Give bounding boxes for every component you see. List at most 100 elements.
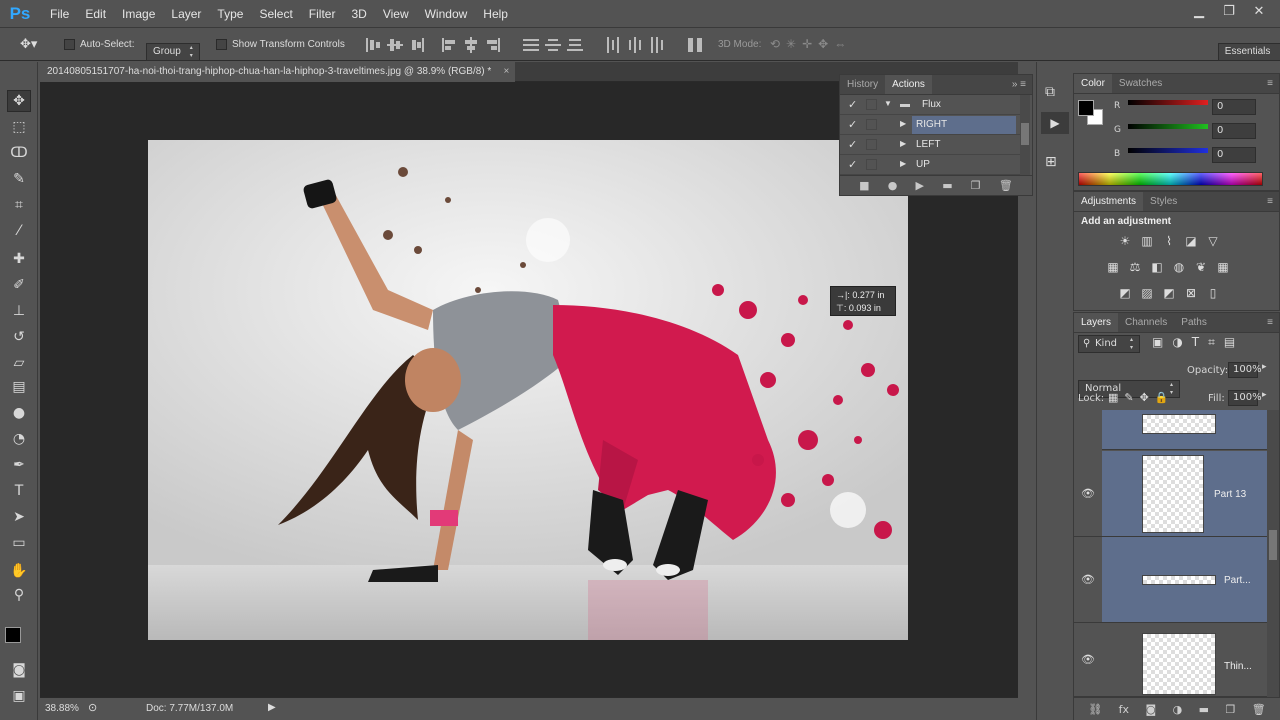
blue-slider[interactable] — [1128, 148, 1208, 153]
tab-swatches[interactable]: Swatches — [1112, 74, 1169, 93]
opacity-input[interactable]: 100% — [1228, 362, 1262, 378]
layer-style-icon[interactable]: fx — [1119, 703, 1129, 716]
trash-icon[interactable]: 🗑 — [999, 179, 1013, 192]
healing-brush-tool-icon[interactable]: ✚ — [7, 248, 31, 270]
red-value-input[interactable]: 0 — [1212, 99, 1256, 115]
menu-help[interactable]: Help — [475, 0, 516, 28]
check-icon[interactable]: ✓ — [848, 158, 857, 171]
auto-select-dropdown[interactable]: Group — [146, 42, 200, 61]
invert-icon[interactable]: ◩ — [1117, 285, 1133, 301]
marquee-tool-icon[interactable]: ⬚ — [7, 116, 31, 138]
gradient-tool-icon[interactable]: ▤ — [7, 376, 31, 398]
blue-value-input[interactable]: 0 — [1212, 147, 1256, 163]
red-slider[interactable] — [1128, 100, 1208, 105]
tab-layers[interactable]: Layers — [1074, 313, 1119, 332]
layer-row-thin[interactable]: Thin... — [1102, 623, 1267, 697]
layer-row-part[interactable]: Part... — [1102, 537, 1267, 623]
properties-panel-icon[interactable]: ⊞ — [1045, 154, 1057, 170]
export-icon[interactable]: ⊙ — [88, 701, 97, 714]
gradient-map-icon[interactable]: ▯ — [1205, 285, 1221, 301]
screen-mode-icon[interactable]: ▣ — [7, 685, 31, 707]
stop-icon[interactable]: ■ — [859, 179, 869, 192]
distribute-right-icon[interactable] — [649, 37, 665, 53]
tab-history[interactable]: History — [840, 75, 885, 94]
opacity-dropdown-icon[interactable]: ▸ — [1262, 362, 1267, 372]
align-left-icon[interactable] — [441, 37, 457, 53]
new-action-icon[interactable]: ❐ — [971, 179, 981, 192]
move-tool-preset-icon[interactable]: ✥▾ — [20, 36, 37, 52]
brush-tool-icon[interactable]: ✐ — [7, 274, 31, 296]
eyedropper-tool-icon[interactable]: ⁄ — [7, 220, 31, 242]
align-vcenter-icon[interactable] — [387, 37, 403, 53]
tab-actions[interactable]: Actions — [885, 75, 932, 94]
menu-edit[interactable]: Edit — [77, 0, 114, 28]
lock-icons[interactable]: ▦✎✥🔒 — [1108, 391, 1175, 404]
hue-saturation-icon[interactable]: ▦ — [1105, 259, 1121, 275]
vibrance-icon[interactable]: ▽ — [1205, 233, 1221, 249]
threshold-icon[interactable]: ◩ — [1161, 285, 1177, 301]
align-hcenter-icon[interactable] — [463, 37, 479, 53]
tab-paths[interactable]: Paths — [1174, 313, 1214, 332]
fill-input[interactable]: 100% — [1228, 390, 1262, 406]
status-menu-arrow-icon[interactable]: ▶ — [268, 702, 276, 713]
zoom-level[interactable]: 38.88% — [45, 703, 79, 714]
document-tab[interactable]: 20140805151707-ha-noi-thoi-trang-hiphop-… — [40, 62, 516, 82]
menu-filter[interactable]: Filter — [301, 0, 344, 28]
menu-select[interactable]: Select — [251, 0, 300, 28]
path-selection-tool-icon[interactable]: ➤ — [7, 506, 31, 528]
show-transform-checkbox[interactable]: Show Transform Controls — [216, 39, 345, 50]
expand-icon[interactable]: ▶ — [900, 139, 906, 148]
distribute-top-icon[interactable] — [523, 37, 539, 53]
levels-icon[interactable]: ▥ — [1139, 233, 1155, 249]
color-lookup-icon[interactable]: ▦ — [1215, 259, 1231, 275]
align-bottom-icon[interactable] — [409, 37, 425, 53]
align-top-icon[interactable] — [365, 37, 381, 53]
action-row[interactable]: ✓ ▶ UP — [840, 155, 1030, 175]
menu-file[interactable]: File — [42, 0, 77, 28]
action-set-row[interactable]: ✓ ▼ ▬ Flux — [840, 95, 1030, 115]
brightness-contrast-icon[interactable]: ☀ — [1117, 233, 1133, 249]
panel-menu-icon[interactable]: ≡ — [1261, 313, 1279, 332]
menu-window[interactable]: Window — [417, 0, 476, 28]
history-brush-tool-icon[interactable]: ↺ — [7, 326, 31, 348]
selective-color-icon[interactable]: ⊠ — [1183, 285, 1199, 301]
layer-filter-icons[interactable]: ▣◑T⌗▤ — [1152, 335, 1244, 350]
green-value-input[interactable]: 0 — [1212, 123, 1256, 139]
visibility-eye-icon[interactable]: 👁 — [1074, 623, 1102, 697]
distribute-hcenter-icon[interactable] — [627, 37, 643, 53]
panel-menu-icon[interactable]: » ≡ — [1006, 75, 1032, 94]
collapse-icon[interactable]: ▼ — [884, 99, 892, 108]
distribute-vcenter-icon[interactable] — [545, 37, 561, 53]
type-tool-icon[interactable]: T — [7, 480, 31, 502]
move-tool-icon[interactable]: ✥ — [7, 90, 31, 112]
black-white-icon[interactable]: ◧ — [1149, 259, 1165, 275]
check-icon[interactable]: ✓ — [848, 138, 857, 151]
zoom-tool-icon[interactable]: ⚲ — [7, 584, 31, 606]
auto-select-checkbox[interactable]: Auto-Select: — [64, 39, 134, 50]
blur-tool-icon[interactable]: ● — [7, 402, 31, 424]
close-window-button[interactable]: ✕ — [1246, 2, 1272, 22]
photo-filter-icon[interactable]: ◍ — [1171, 259, 1187, 275]
record-icon[interactable]: ● — [888, 179, 898, 192]
adjustment-layer-icon[interactable]: ◑ — [1173, 703, 1183, 716]
actions-panel-icon[interactable]: ▶ — [1041, 112, 1069, 134]
quick-select-tool-icon[interactable]: ✎ — [7, 168, 31, 190]
channel-mixer-icon[interactable]: ❦ — [1193, 259, 1209, 275]
align-right-icon[interactable] — [485, 37, 501, 53]
new-layer-icon[interactable]: ❐ — [1225, 703, 1235, 716]
layers-scrollbar[interactable] — [1267, 410, 1279, 697]
action-row[interactable]: ✓ ▶ LEFT — [840, 135, 1030, 155]
distribute-left-icon[interactable] — [605, 37, 621, 53]
actions-scrollbar[interactable] — [1020, 95, 1030, 175]
check-icon[interactable]: ✓ — [848, 98, 857, 111]
menu-3d[interactable]: 3D — [343, 0, 374, 28]
curves-icon[interactable]: ⌇ — [1161, 233, 1177, 249]
visibility-eye-icon[interactable]: 👁 — [1074, 451, 1102, 537]
layer-mask-icon[interactable]: ◙ — [1145, 703, 1156, 716]
color-spectrum-bar[interactable] — [1078, 172, 1263, 186]
delete-layer-icon[interactable]: 🗑 — [1252, 703, 1266, 716]
restore-button[interactable]: ❐ — [1216, 2, 1242, 22]
menu-image[interactable]: Image — [114, 0, 163, 28]
history-panel-icon[interactable]: ⧉ — [1045, 84, 1055, 100]
panel-menu-icon[interactable]: ≡ — [1261, 74, 1279, 93]
